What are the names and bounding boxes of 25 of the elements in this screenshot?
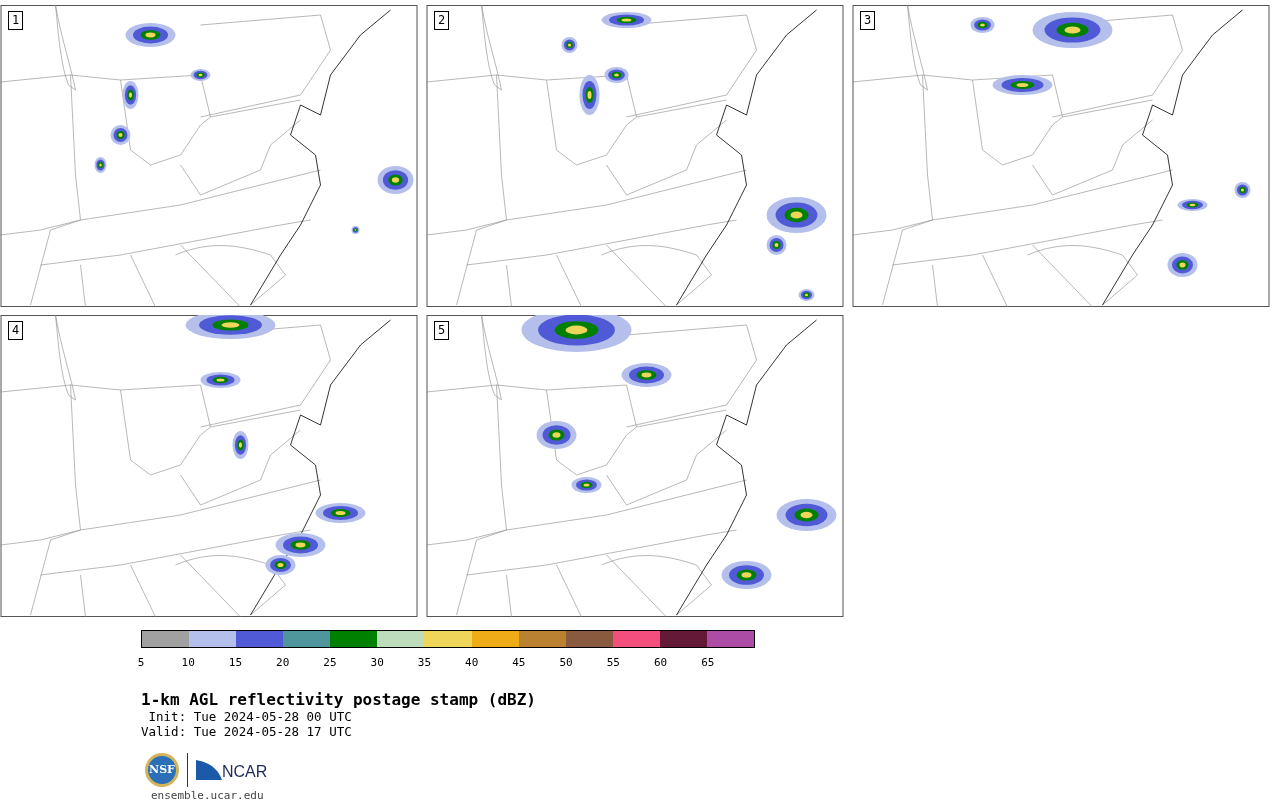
tick-label: 25: [323, 656, 337, 669]
tick-label: 30: [370, 656, 384, 669]
ncar-mark-icon: [196, 760, 222, 780]
panel-number: 1: [8, 11, 24, 30]
tick-label: 60: [653, 656, 668, 669]
tick-label: 10: [181, 656, 195, 669]
ncar-logo-text: NCAR: [222, 764, 268, 780]
tick-label: 45: [512, 656, 526, 669]
tick-label: 55: [606, 656, 620, 669]
tick-label: 20: [276, 656, 290, 669]
init-time: Init: Tue 2024-05-28 00 UTC: [147, 709, 353, 724]
panel-number: 4: [8, 321, 24, 340]
tick-label: 50: [559, 656, 573, 669]
tick-label: 65: [701, 656, 715, 669]
chart-title: 1-km AGL reflectivity postage stamp (dBZ): [141, 691, 537, 709]
tick-label: 15: [228, 656, 243, 669]
tick-label: 5: [137, 656, 145, 669]
panel-number: 3: [860, 11, 876, 30]
panel-number: 2: [434, 11, 450, 30]
nsf-logo-text: NSF: [149, 761, 175, 778]
website-url: ensemble.ucar.edu: [151, 789, 265, 802]
tick-label: 40: [465, 656, 479, 669]
panel-number: 5: [434, 321, 450, 340]
valid-time: Valid: Tue 2024-05-28 17 UTC: [141, 724, 353, 739]
tick-label: 35: [417, 656, 432, 669]
